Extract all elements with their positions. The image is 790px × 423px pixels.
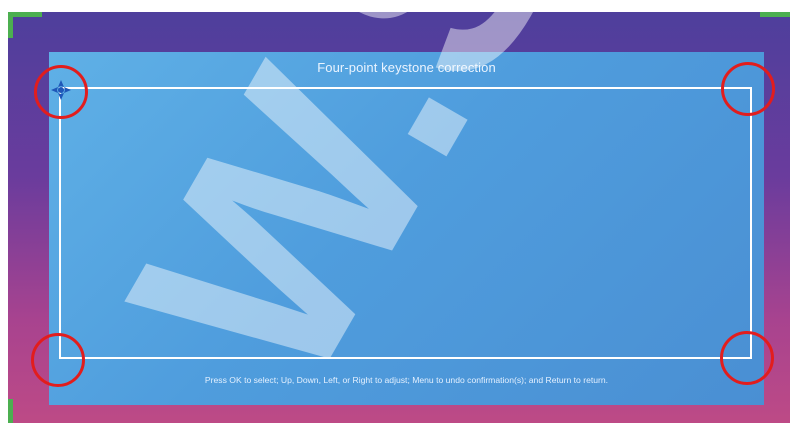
- corner-marker-top-left-v: [8, 12, 13, 38]
- projector-screen: Four-point keystone correction Press OK …: [8, 12, 790, 423]
- dialog-title: Four-point keystone correction: [317, 60, 496, 75]
- corner-marker-top-left: [8, 12, 42, 17]
- keystone-frame: [59, 87, 752, 359]
- corner-marker-bottom-left: [8, 399, 13, 423]
- corner-handle-bottom-right[interactable]: [720, 331, 774, 385]
- keystone-correction-dialog: Four-point keystone correction Press OK …: [49, 52, 764, 405]
- corner-marker-top-right: [760, 12, 790, 17]
- corner-handle-bottom-left[interactable]: [31, 333, 85, 387]
- instruction-hint: Press OK to select; Up, Down, Left, or R…: [204, 375, 609, 385]
- crosshair-arrows-icon: [51, 80, 71, 100]
- corner-handle-top-right[interactable]: [721, 62, 775, 116]
